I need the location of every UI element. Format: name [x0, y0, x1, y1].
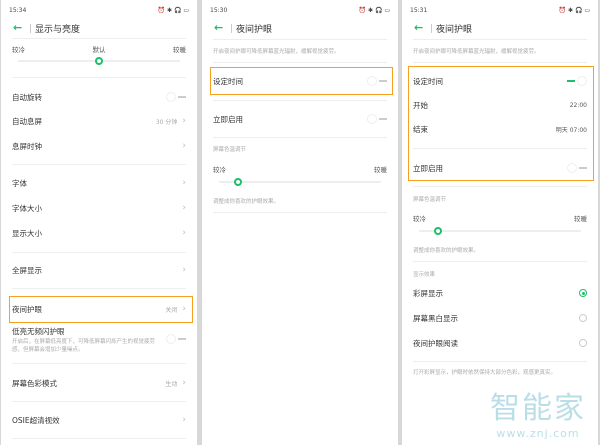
- dc-dimming-toggle[interactable]: [166, 334, 186, 344]
- divider: [12, 401, 186, 402]
- divider: [231, 24, 232, 33]
- status-bar: 15:30 ⏰ ✱ 🎧 ▭: [210, 7, 390, 14]
- temp-desc: 调整成你喜欢的护眼效果。: [213, 199, 280, 205]
- divider: [413, 261, 587, 262]
- divider: [413, 62, 587, 63]
- dc-dimming-row[interactable]: 低亮无频闪护眼: [12, 323, 186, 344]
- osie-row[interactable]: OSIE超清视效 ›: [12, 412, 186, 428]
- page-title: 夜间护眼: [236, 25, 273, 35]
- chevron-right-icon: ›: [182, 116, 186, 126]
- temp-desc: 调整成你喜欢的护眼效果。: [413, 248, 480, 254]
- aod-clock-row[interactable]: 息屏时钟 ›: [12, 138, 186, 154]
- font-row[interactable]: 字体 ›: [12, 175, 186, 191]
- display-size-row[interactable]: 显示大小 ›: [12, 225, 186, 241]
- fullscreen-row[interactable]: 全屏显示 ›: [12, 262, 186, 278]
- status-bar: 15:34 ⏰ ✱ 🎧 ▭: [9, 7, 189, 14]
- slider-thumb[interactable]: [234, 178, 243, 186]
- back-arrow-icon[interactable]: ←: [214, 21, 223, 34]
- enable-now-row[interactable]: 立即启用: [213, 111, 387, 127]
- chevron-right-icon: ›: [182, 228, 186, 238]
- chevron-right-icon: ›: [182, 265, 186, 275]
- page-title: 夜间护眼: [436, 25, 473, 35]
- divider: [213, 62, 387, 63]
- effect-desc: 打开彩屏显示，护眼时依然保持大部分色彩，观感更真实。: [413, 370, 557, 376]
- night-mode-row[interactable]: 夜间护眼 关闭 ›: [12, 301, 186, 317]
- option-mono-display[interactable]: 屏幕黑白显示: [413, 310, 587, 326]
- divider: [413, 39, 587, 40]
- radio-selected[interactable]: [579, 289, 587, 297]
- divider: [213, 212, 387, 213]
- night-mode-screen-off: 15:30 ⏰ ✱ 🎧 ▭ ← 夜间护眼 开启夜间护眼可降低屏幕蓝光辐射，缓解视觉…: [202, 0, 398, 445]
- enable-now-toggle[interactable]: [367, 114, 387, 124]
- color-temp-labels: 较冷 较暖: [413, 215, 587, 223]
- section-header: 屏幕色温调节: [213, 147, 247, 153]
- divider: [213, 100, 387, 101]
- color-temp-labels: 较冷 较暖: [213, 166, 387, 174]
- display-brightness-screen: 15:34 ⏰ ✱ 🎧 ▭ ← 显示与亮度 较冷 默认 较暖 自动旋转 自动息屏 30 …: [1, 0, 197, 445]
- radio[interactable]: [579, 314, 587, 322]
- divider: [413, 186, 587, 187]
- night-mode-desc: 开启夜间护眼可降低屏幕蓝光辐射，缓解视觉疲劳。: [413, 49, 540, 55]
- slider-thumb[interactable]: [95, 57, 103, 65]
- schedule-toggle[interactable]: [367, 76, 387, 86]
- schedule-row[interactable]: 设定时间: [413, 73, 587, 89]
- night-mode-desc: 开启夜间护眼可降低屏幕蓝光辐射，缓解视觉疲劳。: [213, 49, 340, 55]
- divider: [12, 288, 186, 289]
- chevron-right-icon: ›: [182, 203, 186, 213]
- divider: [213, 39, 387, 40]
- option-night-reading[interactable]: 夜间护眼阅读: [413, 335, 587, 351]
- section-header: 屏幕色温调节: [413, 197, 447, 203]
- start-time-row[interactable]: 开始 22:00: [413, 97, 587, 113]
- night-mode-screen-on: 15:31 ⏰ ✱ 🎧 ▭ ← 夜间护眼 开启夜间护眼可降低屏幕蓝光辐射，缓解视觉…: [402, 0, 598, 445]
- section-header: 显示效果: [413, 272, 436, 278]
- divider: [30, 24, 31, 33]
- color-temp-slider[interactable]: [419, 227, 581, 235]
- divider: [12, 363, 186, 364]
- enable-now-toggle[interactable]: [567, 163, 587, 173]
- divider: [12, 77, 186, 78]
- divider: [12, 438, 186, 439]
- back-arrow-icon[interactable]: ←: [13, 21, 22, 34]
- divider: [12, 164, 186, 165]
- schedule-row[interactable]: 设定时间: [213, 73, 387, 89]
- auto-rotate-toggle[interactable]: [166, 92, 186, 102]
- chevron-right-icon: ›: [182, 304, 186, 314]
- divider: [431, 24, 432, 33]
- watermark-logo: 智能家 www.znj.com: [490, 391, 586, 440]
- color-temp-labels: 较冷 默认 较暖: [12, 46, 186, 54]
- radio[interactable]: [579, 339, 587, 347]
- divider: [413, 361, 587, 362]
- chevron-right-icon: ›: [182, 178, 186, 188]
- chevron-right-icon: ›: [182, 378, 186, 388]
- color-mode-row[interactable]: 屏幕色彩模式 生动 ›: [12, 375, 186, 391]
- schedule-toggle[interactable]: [567, 76, 587, 86]
- color-temp-slider[interactable]: [219, 178, 381, 186]
- page-title: 显示与亮度: [35, 25, 81, 35]
- font-size-row[interactable]: 字体大小 ›: [12, 200, 186, 216]
- auto-rotate-row[interactable]: 自动旋转: [12, 89, 186, 105]
- color-temp-slider[interactable]: [18, 57, 180, 65]
- option-color-display[interactable]: 彩屏显示: [413, 285, 587, 301]
- status-bar: 15:31 ⏰ ✱ 🎧 ▭: [410, 7, 590, 14]
- enable-now-row[interactable]: 立即启用: [413, 160, 587, 176]
- back-arrow-icon[interactable]: ←: [414, 21, 423, 34]
- slider-thumb[interactable]: [434, 227, 443, 235]
- auto-sleep-row[interactable]: 自动息屏 30 分钟 ›: [12, 113, 186, 129]
- divider: [12, 252, 186, 253]
- divider: [413, 148, 587, 149]
- dc-desc: 开启后，在屏幕低亮度下，可降低屏幕闪烁产生的视觉疲劳感，但屏幕会增加少量噪点。: [12, 339, 156, 353]
- divider: [213, 137, 387, 138]
- chevron-right-icon: ›: [182, 415, 186, 425]
- divider: [12, 38, 186, 39]
- end-time-row[interactable]: 结束 明天 07:00: [413, 121, 587, 137]
- chevron-right-icon: ›: [182, 141, 186, 151]
